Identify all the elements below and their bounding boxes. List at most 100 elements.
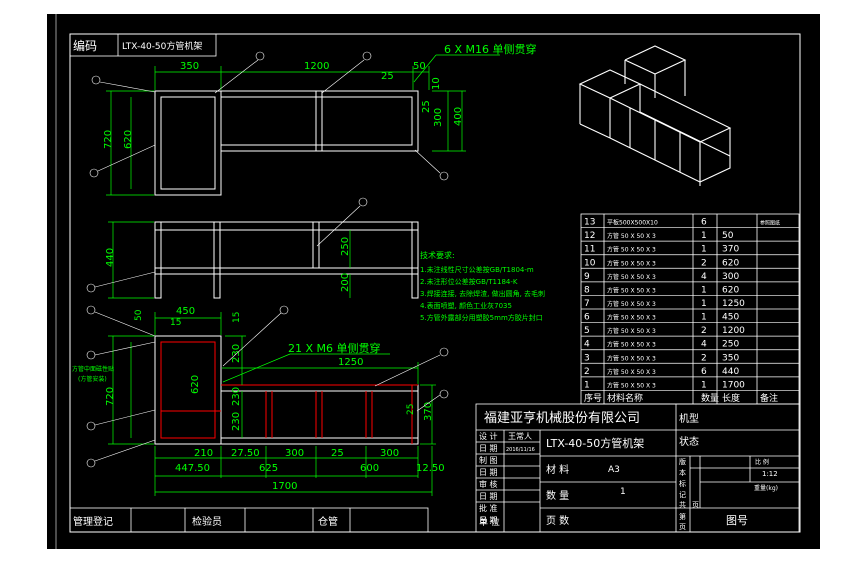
dim-447-50: 447.50 [175, 463, 210, 474]
left-note-1: 方管中面磁性贴 [72, 365, 114, 373]
approve-label: 批 准 [479, 503, 498, 513]
dim-50: 50 [413, 61, 426, 72]
model-label: 机型 [679, 412, 699, 425]
bom-cell-len: 620 [722, 285, 739, 295]
r-label-5: 页 [692, 501, 699, 509]
date-value: 2016/11/16 [506, 447, 535, 453]
warehouse-label: 仓管 [318, 515, 338, 528]
dim-10: 10 [431, 77, 442, 90]
bom-cell-qty: 1 [701, 231, 707, 241]
bom-cell-len: 50 [722, 231, 734, 241]
dim-230-mid: 230 [231, 387, 242, 406]
dim-300: 300 [433, 108, 444, 127]
bom-cell-name: 方管 50 X 50 X 3 [607, 232, 656, 240]
bom-cell-name: 方管 50 X 50 X 3 [607, 273, 656, 281]
bom-cell-qty: 1 [701, 380, 707, 390]
r-label-4: 共 [679, 500, 686, 509]
dim-600: 600 [360, 463, 379, 474]
bom-cell-len: 450 [722, 313, 739, 323]
bom-cell-len: 1250 [722, 299, 745, 309]
bom-cell-name: 平板500X500X10 [607, 219, 658, 227]
r-label-1: 本 [679, 468, 686, 477]
bom-cell-len: 440 [722, 367, 739, 377]
bom-cell-qty: 6 [701, 218, 707, 228]
dim-200: 200 [340, 273, 351, 292]
product-title: LTX-40-50方管机架 [546, 436, 644, 450]
dim-720: 720 [103, 130, 114, 149]
bom-cell-no: 8 [584, 285, 590, 295]
r-label-6: 第 [679, 512, 686, 521]
bom-cell-qty: 6 [701, 367, 707, 377]
bom-cell-name: 方管 50 X 50 X 3 [607, 300, 656, 308]
bom-header-no: 序号 [584, 392, 602, 404]
dim-620: 620 [190, 375, 201, 394]
scale-value: 1:12 [762, 470, 778, 478]
bom-cell-len: 370 [722, 245, 739, 255]
date2-label: 日 期 [479, 468, 498, 477]
bom-cell-qty: 1 [701, 285, 707, 295]
bom-cell-name: 方管 50 X 50 X 3 [607, 354, 656, 362]
bom-cell-no: 10 [584, 258, 596, 268]
design-label: 设 计 [479, 431, 498, 441]
dim-25: 25 [406, 404, 416, 415]
dim-300-b: 300 [380, 448, 399, 459]
date-label: 日 期 [479, 444, 498, 453]
bom-cell-no: 12 [584, 231, 595, 241]
bom-cell-note: 参照图纸 [760, 220, 780, 227]
note-1: 1.未注线性尺寸公差按GB/T1804-m [420, 265, 534, 274]
bom-cell-len: 620 [722, 258, 739, 268]
material-value: A3 [608, 465, 620, 475]
bom-cell-no: 11 [584, 245, 595, 255]
bom-cell-no: 5 [584, 326, 590, 336]
material-label: 材 料 [546, 463, 569, 476]
r-label-3: 记 [679, 491, 686, 499]
dim-620: 620 [123, 130, 134, 149]
registry-label: 管理登记 [73, 515, 113, 528]
bom-cell-no: 4 [584, 340, 590, 350]
bom-cell-qty: 1 [701, 313, 707, 323]
code-value: LTX-40-50方管机架 [122, 40, 202, 52]
bom-cell-no: 3 [584, 353, 590, 363]
r-label-2: 标 [679, 479, 686, 488]
bom-cell-len: 300 [722, 272, 739, 282]
page-label: 页 数 [546, 514, 569, 527]
bom-cell-no: 13 [584, 218, 595, 228]
dim-27-50: 27.50 [231, 448, 260, 459]
bom-cell-qty: 2 [701, 326, 707, 336]
weight-label: 重量(kg) [754, 484, 778, 492]
note-5: 5.方管外露部分用塑胶5mm方胶片封口 [420, 313, 543, 322]
dim-1250: 1250 [338, 357, 363, 368]
dim-300-a: 300 [285, 448, 304, 459]
bom-cell-no: 9 [584, 272, 590, 282]
check-label: 审 核 [479, 479, 498, 489]
notes-title: 技术要求: [420, 250, 455, 260]
bom-header-name: 材料名称 [607, 392, 643, 404]
qty-label: 数 量 [546, 489, 569, 502]
bom-cell-name: 方管 50 X 50 X 3 [607, 327, 656, 335]
top-callout: 6 X M16 单侧贯穿 [444, 42, 537, 56]
code-label: 编码 [73, 38, 97, 53]
cad-drawing-sheet: 编码 LTX-40-50方管机架 350 1200 25 50 10 720 6… [47, 14, 820, 549]
dim-250: 250 [340, 237, 351, 256]
draw-label: 制 图 [479, 455, 498, 465]
dim-440: 440 [105, 248, 116, 267]
bom-header-note: 备注 [760, 392, 778, 404]
left-note-2: (方管安装) [78, 375, 107, 383]
bom-cell-qty: 4 [701, 272, 707, 282]
designer: 王常人 [508, 432, 532, 441]
dim-50: 50 [134, 309, 144, 321]
bom-cell-len: 350 [722, 353, 739, 363]
state-label: 状态 [679, 435, 699, 448]
dim-400: 400 [453, 107, 464, 126]
company-name: 福建亚亨机械股份有限公司 [484, 410, 640, 426]
bom-cell-no: 1 [584, 380, 590, 390]
dim-625: 625 [259, 463, 278, 474]
r-label-7: 页 [679, 523, 686, 531]
dim-12-50: 12.50 [416, 463, 445, 474]
drawing-no-label: 图号 [726, 514, 748, 527]
note-2: 2.未注形位公差按GB/T1184-K [420, 277, 518, 286]
bom-cell-no: 7 [584, 299, 590, 309]
bom-cell-qty: 1 [701, 245, 707, 255]
dim-1700: 1700 [272, 481, 297, 492]
bom-cell-name: 方管 50 X 50 X 3 [607, 341, 656, 349]
